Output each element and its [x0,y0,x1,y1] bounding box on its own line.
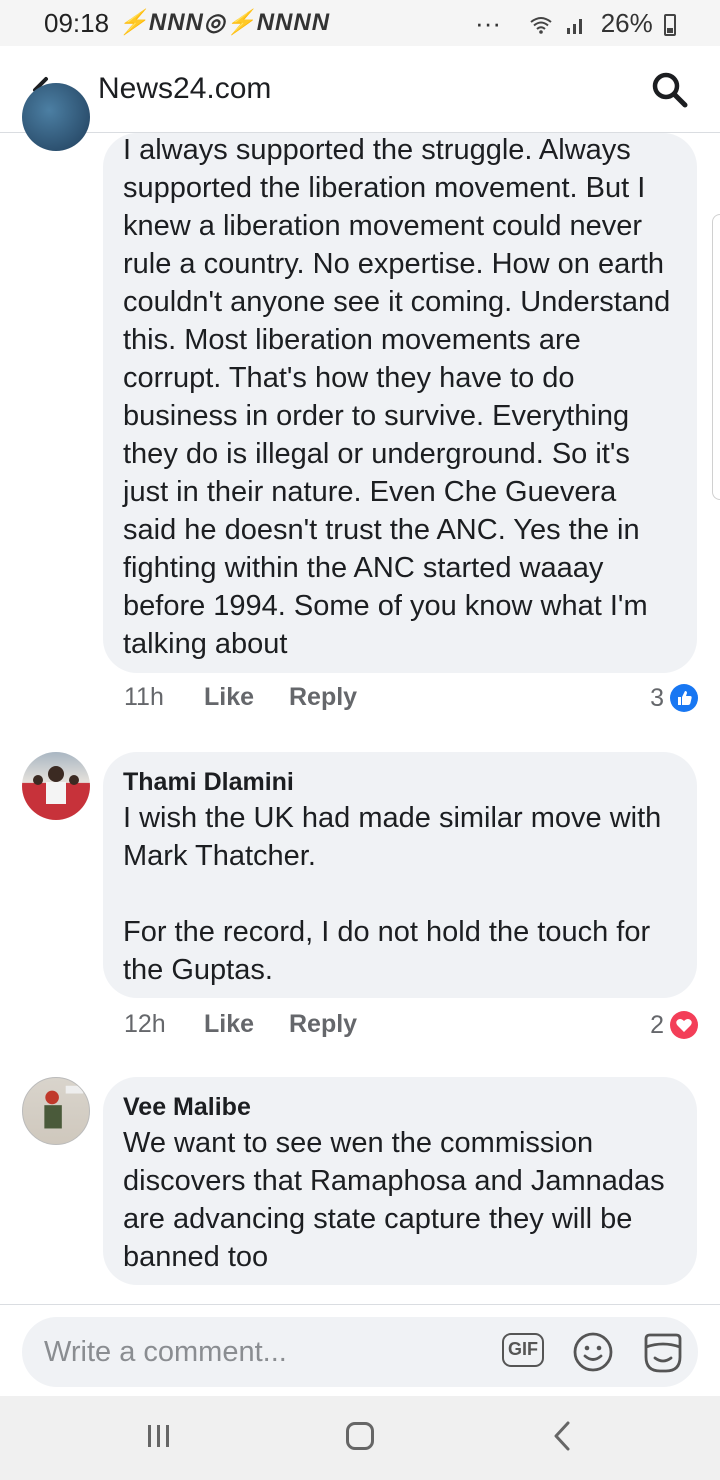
reply-button[interactable]: Reply [289,1010,357,1039]
reaction-count: 3 [650,684,664,712]
status-right: ··· 26% [475,8,676,39]
avatar[interactable] [22,83,90,151]
comment-bubble[interactable]: Vee Malibe We want to see wen the commis… [103,1077,697,1285]
gif-button[interactable]: GIF [502,1333,544,1367]
avatar[interactable] [22,1077,90,1145]
page-title: News24.com [98,72,272,105]
comment-composer: GIF [0,1304,720,1397]
comment-author[interactable]: Thami Dlamini [123,765,677,799]
recent-apps-icon[interactable] [146,1424,172,1448]
comment-bubble[interactable]: Thami Dlamini I wish the UK had made sim… [103,752,697,998]
comment-time: 11h [124,683,164,711]
status-bar: 09:18 ⚡NNN◎⚡NNNN ··· 26% [0,0,720,46]
like-button[interactable]: Like [204,1010,254,1039]
avatar-icon [33,766,79,804]
avatar-icon [44,1085,84,1129]
wifi-icon [530,17,552,34]
battery-percent: 26% [600,8,653,38]
reaction-summary[interactable]: 2 [638,1011,698,1041]
comment-text: I always supported the struggle. Always … [123,134,671,660]
home-icon[interactable] [346,1422,374,1450]
sticker-icon[interactable] [640,1331,686,1375]
signal-icon [567,19,583,35]
status-time: 09:18 [44,8,110,38]
back-icon[interactable] [552,1420,572,1452]
comment-text: I wish the UK had made similar move with… [123,802,662,986]
more-notifications-icon: ··· [475,8,502,38]
comment-time: 12h [124,1010,166,1038]
scrollbar[interactable] [712,214,720,500]
comment-text: We want to see wen the commission discov… [123,1127,665,1273]
like-button[interactable]: Like [204,683,254,712]
reply-button[interactable]: Reply [289,683,357,712]
reaction-summary[interactable]: 3 [638,684,698,714]
like-reaction-icon [670,684,698,712]
comment-author[interactable]: Vee Malibe [123,1090,677,1124]
love-reaction-icon [670,1011,698,1039]
system-nav-bar [0,1396,720,1480]
battery-icon [664,14,676,37]
app-header: News24.com [0,46,720,133]
reaction-count: 2 [650,1011,664,1039]
search-icon[interactable] [650,70,690,110]
notification-icons: ⚡NNN◎⚡NNNN [118,9,331,36]
emoji-icon[interactable] [572,1331,614,1373]
comment-bubble[interactable]: I always supported the struggle. Always … [103,133,697,673]
avatar[interactable] [22,752,90,820]
